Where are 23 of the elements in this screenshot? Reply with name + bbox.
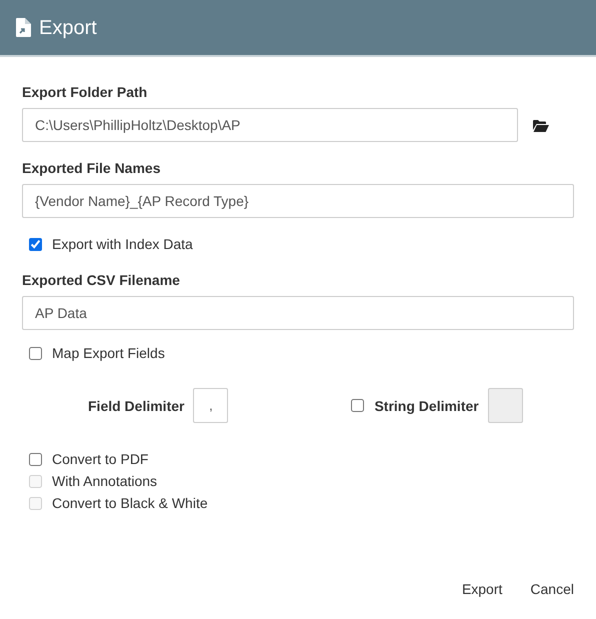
- field-label: Export Folder Path: [22, 84, 148, 100]
- dialog-button[interactable]: Cancel: [530, 579, 574, 600]
- field-delimiter-field[interactable]: ,: [193, 388, 228, 423]
- csv-filename-field[interactable]: AP Data: [22, 296, 574, 330]
- field-label: Exported File Names: [22, 160, 162, 176]
- checkbox-label: Convert to PDF: [52, 451, 148, 467]
- file-icon: [16, 18, 31, 37]
- checkbox[interactable]: [351, 399, 364, 412]
- checkbox-label: Map Export Fields: [52, 345, 165, 361]
- checkbox[interactable]: [29, 346, 42, 360]
- field-label: Field Delimiter: [88, 398, 184, 414]
- checkbox-label: Export with Index Data: [52, 236, 193, 252]
- checkbox[interactable]: [29, 452, 42, 466]
- checkbox[interactable]: [29, 238, 42, 250]
- dialog-title: Export: [39, 16, 97, 40]
- checkbox-label: With Annotations: [52, 473, 158, 489]
- field-label: String Delimiter: [374, 398, 479, 414]
- folder-path-field[interactable]: C:\Users\PhillipHoltz\Desktop\AP: [22, 108, 518, 142]
- dialog-button[interactable]: Export: [462, 579, 502, 600]
- folder-icon[interactable]: [533, 120, 549, 132]
- checkbox-label: Convert to Black & White: [52, 495, 208, 511]
- file-names-field[interactable]: {Vendor Name}_{AP Record Type}: [22, 184, 574, 218]
- field-label: Exported CSV Filename: [22, 272, 181, 288]
